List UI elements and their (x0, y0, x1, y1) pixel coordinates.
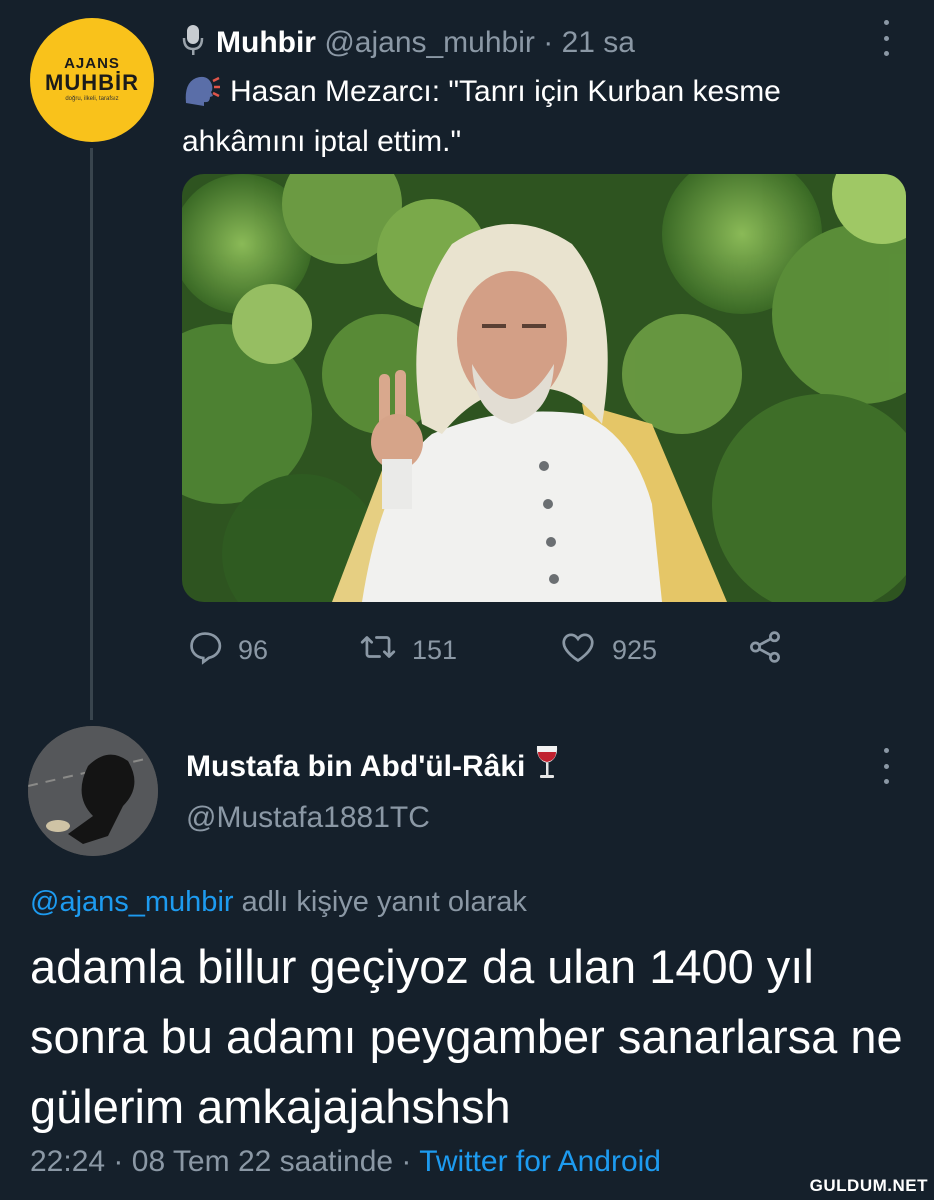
author-name[interactable]: Muhbir (216, 26, 316, 59)
wine-glass-icon (534, 744, 560, 791)
reply-count: 96 (238, 634, 269, 665)
reply-more-icon[interactable] (883, 748, 889, 784)
author-handle[interactable]: @ajans_muhbir (324, 26, 535, 59)
meta-separator-1: · (113, 1145, 124, 1178)
muhbir-avatar[interactable]: AJANS MUHBİR doğru, ilkeli, tarafsız (30, 18, 154, 142)
header-separator: · (543, 26, 554, 59)
reply-date[interactable]: 08 Tem 22 saatinde (132, 1145, 393, 1178)
meta-separator-2: · (401, 1145, 412, 1178)
more-icon[interactable] (883, 20, 889, 56)
reply-meta: 22:24 · 08 Tem 22 saatinde · Twitter for… (30, 1142, 661, 1182)
like-action[interactable]: 925 (558, 630, 657, 670)
retweet-action[interactable]: 151 (358, 630, 457, 670)
tweet-photo[interactable] (182, 174, 906, 602)
reply-avatar[interactable] (28, 726, 158, 856)
tweet-header: Muhbir @ajans_muhbir · 21 sa (182, 24, 635, 65)
reply-text: adamla billur geçiyoz da ulan 1400 yıl s… (30, 940, 903, 1133)
thread-line (90, 148, 93, 720)
avatar-logo-tagline: doğru, ilkeli, tarafsız (65, 96, 119, 102)
microphone-icon (182, 24, 204, 65)
retweet-icon (358, 628, 398, 673)
share-icon (746, 628, 784, 673)
tweet-text-line1: Hasan Mezarcı: "Tanrı için Kurban kesme (230, 75, 781, 108)
watermark: GULDUM.NET (809, 1176, 928, 1195)
speaking-head-icon (182, 73, 220, 120)
share-action[interactable] (746, 630, 784, 670)
tweet-text: Hasan Mezarcı: "Tanrı için Kurban kesme … (182, 70, 902, 164)
like-count: 925 (612, 634, 658, 665)
reply-author-name[interactable]: Mustafa bin Abd'ül-Râki (186, 750, 525, 783)
reply-author-name-row: Mustafa bin Abd'ül-Râki (186, 744, 560, 791)
reply-author-handle[interactable]: @Mustafa1881TC (186, 798, 430, 838)
replying-to: @ajans_muhbir adlı kişiye yanıt olarak (30, 882, 527, 922)
reply-time[interactable]: 22:24 (30, 1145, 105, 1178)
replying-to-link[interactable]: @ajans_muhbir (30, 886, 234, 918)
reply-action[interactable]: 96 (186, 630, 268, 670)
like-icon (558, 628, 598, 673)
tweet-time[interactable]: 21 sa (562, 26, 635, 59)
reply-icon (186, 628, 224, 673)
reply-source[interactable]: Twitter for Android (419, 1145, 661, 1178)
tweet-text-line2: ahkâmını iptal ettim." (182, 125, 462, 158)
avatar-logo-main: MUHBİR (45, 70, 139, 95)
retweet-count: 151 (412, 634, 458, 665)
replying-to-suffix: adlı kişiye yanıt olarak (241, 886, 527, 918)
